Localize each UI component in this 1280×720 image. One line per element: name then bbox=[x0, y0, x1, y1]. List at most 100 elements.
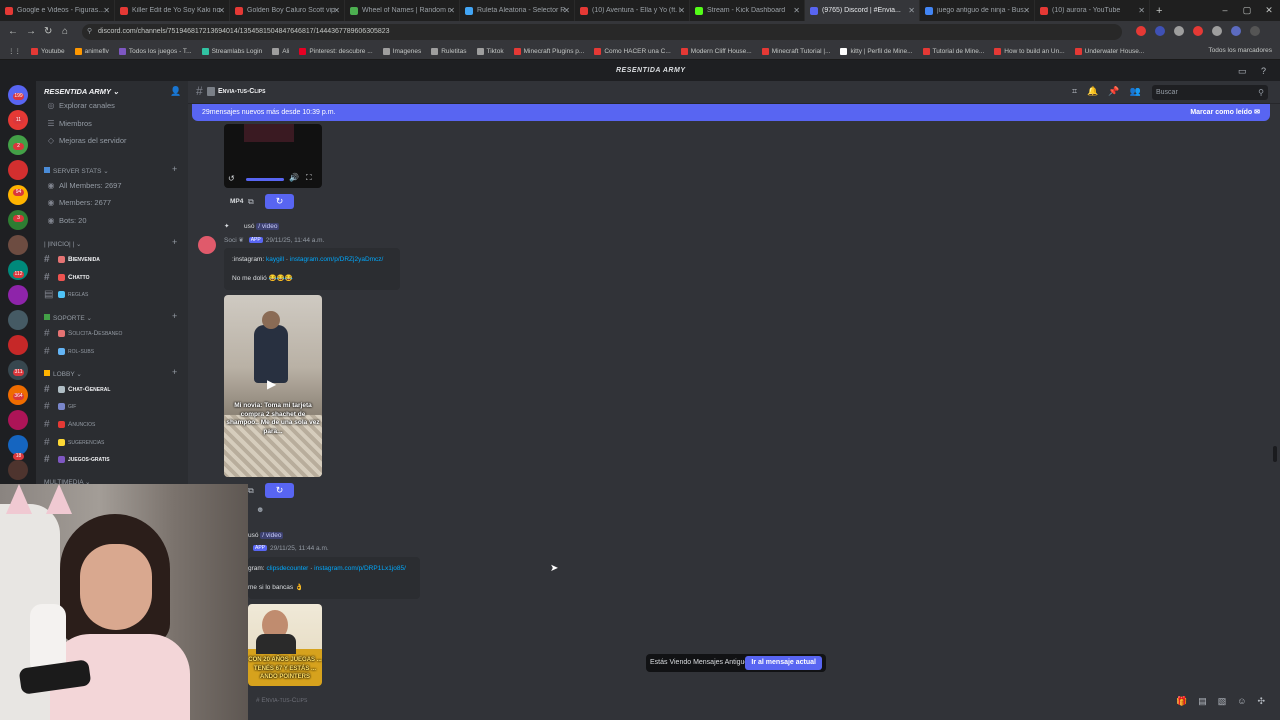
back-icon[interactable]: ← bbox=[8, 26, 18, 37]
close-tab-icon[interactable]: ✕ bbox=[563, 6, 570, 15]
apps-icon[interactable]: ✣ bbox=[1257, 696, 1265, 707]
reload-icon[interactable]: ↻ bbox=[44, 26, 52, 37]
fullscreen-icon[interactable]: ⛶ bbox=[306, 173, 312, 183]
server-icon[interactable] bbox=[8, 435, 28, 455]
add-member-icon[interactable]: 👤 bbox=[170, 86, 181, 97]
bookmark-item[interactable]: Imagenes bbox=[382, 47, 421, 55]
all-bookmarks[interactable]: Todos los marcadores bbox=[1208, 47, 1272, 54]
sidebar-item-explore[interactable]: ◎ Explorar canales bbox=[46, 101, 115, 110]
embed-link[interactable]: instagram.com/p/DRZj2yaDmcz/ bbox=[290, 256, 384, 263]
browser-tab[interactable]: Wheel of Names | Random n... ✕ bbox=[345, 0, 460, 21]
refresh-button[interactable]: ↻ bbox=[265, 483, 294, 498]
close-tab-icon[interactable]: ✕ bbox=[1138, 6, 1145, 15]
category-lobby[interactable]: LOBBY ⌄ bbox=[44, 370, 82, 378]
members-list-icon[interactable]: 👥 bbox=[1130, 86, 1141, 97]
stat-channel[interactable]: ◉ All Members: 2697 bbox=[46, 181, 122, 190]
bookmark-item[interactable]: kitty | Perfil de Mine... bbox=[840, 47, 913, 55]
browser-tab[interactable]: (10) Aventura - Ella y Yo (ft. D...✕ bbox=[575, 0, 690, 21]
site-info-icon[interactable]: ⚲ bbox=[87, 24, 92, 40]
embed-user-link[interactable]: kaygill bbox=[266, 256, 284, 263]
gift-icon[interactable]: 🎁 bbox=[1176, 696, 1187, 707]
close-tab-icon[interactable]: ✕ bbox=[1023, 6, 1030, 15]
home-icon[interactable]: ⌂ bbox=[62, 26, 68, 37]
bookmark-item[interactable]: Tutorial de Mine... bbox=[922, 47, 984, 55]
channel-chat-general[interactable]: # Chat-General bbox=[44, 384, 110, 395]
extension-icon[interactable] bbox=[1155, 26, 1165, 36]
channel-anuncios[interactable]: # Anuncios bbox=[44, 419, 95, 430]
embed-link[interactable]: instagram.com/p/DRP1Lx1jo85/ bbox=[314, 565, 406, 572]
channel-reglas[interactable]: ▤ reglas bbox=[44, 289, 88, 300]
bell-icon[interactable]: 🔔 bbox=[1087, 86, 1098, 97]
bookmark-item[interactable]: animeflv bbox=[74, 47, 109, 55]
server-icon[interactable] bbox=[8, 335, 28, 355]
minimize-icon[interactable]: – bbox=[1214, 0, 1236, 21]
bookmark-item[interactable]: Minecraft Tutorial |... bbox=[761, 47, 830, 55]
search-input[interactable]: Buscar ⚲ bbox=[1152, 85, 1268, 100]
bookmark-item[interactable]: Como HACER una C... bbox=[594, 47, 671, 55]
browser-tab[interactable]: Stream - Kick Dashboard ✕ bbox=[690, 0, 805, 21]
video-progress-bar[interactable] bbox=[246, 178, 284, 181]
new-tab-icon[interactable]: + bbox=[1156, 5, 1162, 17]
sidebar-item-boosts[interactable]: ◇ Mejoras del servidor bbox=[46, 136, 127, 145]
new-messages-bar[interactable]: 29mensajes nuevos más desde 10:39 p.m. M… bbox=[192, 104, 1270, 121]
opera-icon[interactable] bbox=[1136, 26, 1146, 36]
add-channel-icon[interactable]: + bbox=[172, 311, 177, 321]
channel-rol-subs[interactable]: # rol-subs bbox=[44, 346, 94, 357]
close-tab-icon[interactable]: ✕ bbox=[678, 6, 685, 15]
server-icon[interactable] bbox=[8, 285, 28, 305]
bookmark-item[interactable]: Streamlabs Login bbox=[201, 47, 262, 55]
open-external-icon[interactable]: ⧉ bbox=[248, 486, 254, 496]
bookmark-item[interactable]: Tiktok bbox=[476, 47, 504, 55]
embed-user-link[interactable]: clipsdecounter bbox=[266, 565, 308, 572]
bookmark-item[interactable]: Underwater House... bbox=[1074, 47, 1144, 55]
command-mention[interactable]: / video bbox=[256, 223, 280, 230]
browser-tab[interactable]: Golden Boy Caluro Scott vip... ✕ bbox=[230, 0, 345, 21]
bookmark-item[interactable]: Pinterest: descubre ... bbox=[299, 47, 373, 55]
bookmark-item[interactable]: How to build an Un... bbox=[994, 47, 1065, 55]
avatar[interactable] bbox=[198, 236, 216, 254]
channel-gif[interactable]: # gif bbox=[44, 401, 76, 412]
video-thumbnail[interactable]: ▶ bbox=[224, 295, 322, 477]
volume-icon[interactable]: 🔊 bbox=[289, 173, 299, 182]
scrollbar-thumb[interactable] bbox=[1273, 446, 1277, 462]
video-player[interactable]: ↺ 🔊 ⛶ bbox=[224, 124, 322, 188]
jump-to-present-button[interactable]: Ir al mensaje actual bbox=[745, 656, 822, 670]
sticker-icon[interactable]: ▧ bbox=[1218, 696, 1227, 707]
emoji-icon[interactable]: ☺ bbox=[1237, 696, 1246, 707]
stat-channel[interactable]: ◉ Bots: 20 bbox=[46, 216, 87, 225]
server-icon[interactable] bbox=[8, 460, 28, 480]
sidebar-item-members[interactable]: ☰ Miembros bbox=[46, 119, 92, 128]
category-inicio[interactable]: | |INICIO| | ⌄ bbox=[44, 240, 82, 248]
channel-sugerencias[interactable]: # sugerencias bbox=[44, 437, 104, 448]
open-external-icon[interactable]: ⧉ bbox=[248, 197, 254, 207]
browser-tab[interactable]: Killer Edit de Yo Soy Kaki no... ✕ bbox=[115, 0, 230, 21]
server-icon[interactable] bbox=[8, 410, 28, 430]
apps-grid-icon[interactable]: ⋮⋮ bbox=[8, 47, 21, 55]
url-bar[interactable]: ⚲ discord.com/channels/75194681721369401… bbox=[82, 24, 1122, 40]
extensions-puzzle-icon[interactable] bbox=[1212, 26, 1222, 36]
play-icon[interactable]: ▶ bbox=[267, 377, 276, 391]
replay-icon[interactable]: ↺ bbox=[228, 174, 235, 183]
channel-solicita-desbaneo[interactable]: # Solicita-Desbaneo bbox=[44, 328, 122, 339]
category-server-stats[interactable]: SERVER STATS ⌄ bbox=[44, 167, 109, 175]
extension-icon[interactable] bbox=[1193, 26, 1203, 36]
mark-as-read-button[interactable]: Marcar como leído ✉ bbox=[1190, 104, 1260, 121]
close-tab-icon[interactable]: ✕ bbox=[448, 6, 455, 15]
add-channel-icon[interactable]: + bbox=[172, 237, 177, 247]
help-icon[interactable]: ? bbox=[1261, 66, 1266, 76]
maximize-icon[interactable]: ▢ bbox=[1236, 0, 1258, 21]
server-name[interactable]: RESENTIDA ARMY ⌄ bbox=[44, 87, 119, 96]
browser-tab[interactable]: (10) aurora - YouTube ✕ bbox=[1035, 0, 1150, 21]
bookmark-item[interactable]: Todos los juegos - T... bbox=[118, 47, 192, 55]
reaction-icon[interactable]: ☻ bbox=[256, 505, 264, 514]
close-icon[interactable]: ✕ bbox=[1258, 0, 1280, 21]
close-tab-icon[interactable]: ✕ bbox=[333, 6, 340, 15]
server-icon[interactable] bbox=[8, 160, 28, 180]
server-icon[interactable] bbox=[8, 310, 28, 330]
channel-chatto[interactable]: # Chatto bbox=[44, 272, 89, 283]
pin-icon[interactable]: 📌 bbox=[1108, 86, 1119, 97]
bookmark-item[interactable]: Youtube bbox=[31, 47, 65, 55]
bookmark-item[interactable]: Ali bbox=[272, 47, 289, 55]
close-tab-icon[interactable]: ✕ bbox=[218, 6, 225, 15]
stat-channel[interactable]: ◉ Members: 2677 bbox=[46, 198, 112, 207]
